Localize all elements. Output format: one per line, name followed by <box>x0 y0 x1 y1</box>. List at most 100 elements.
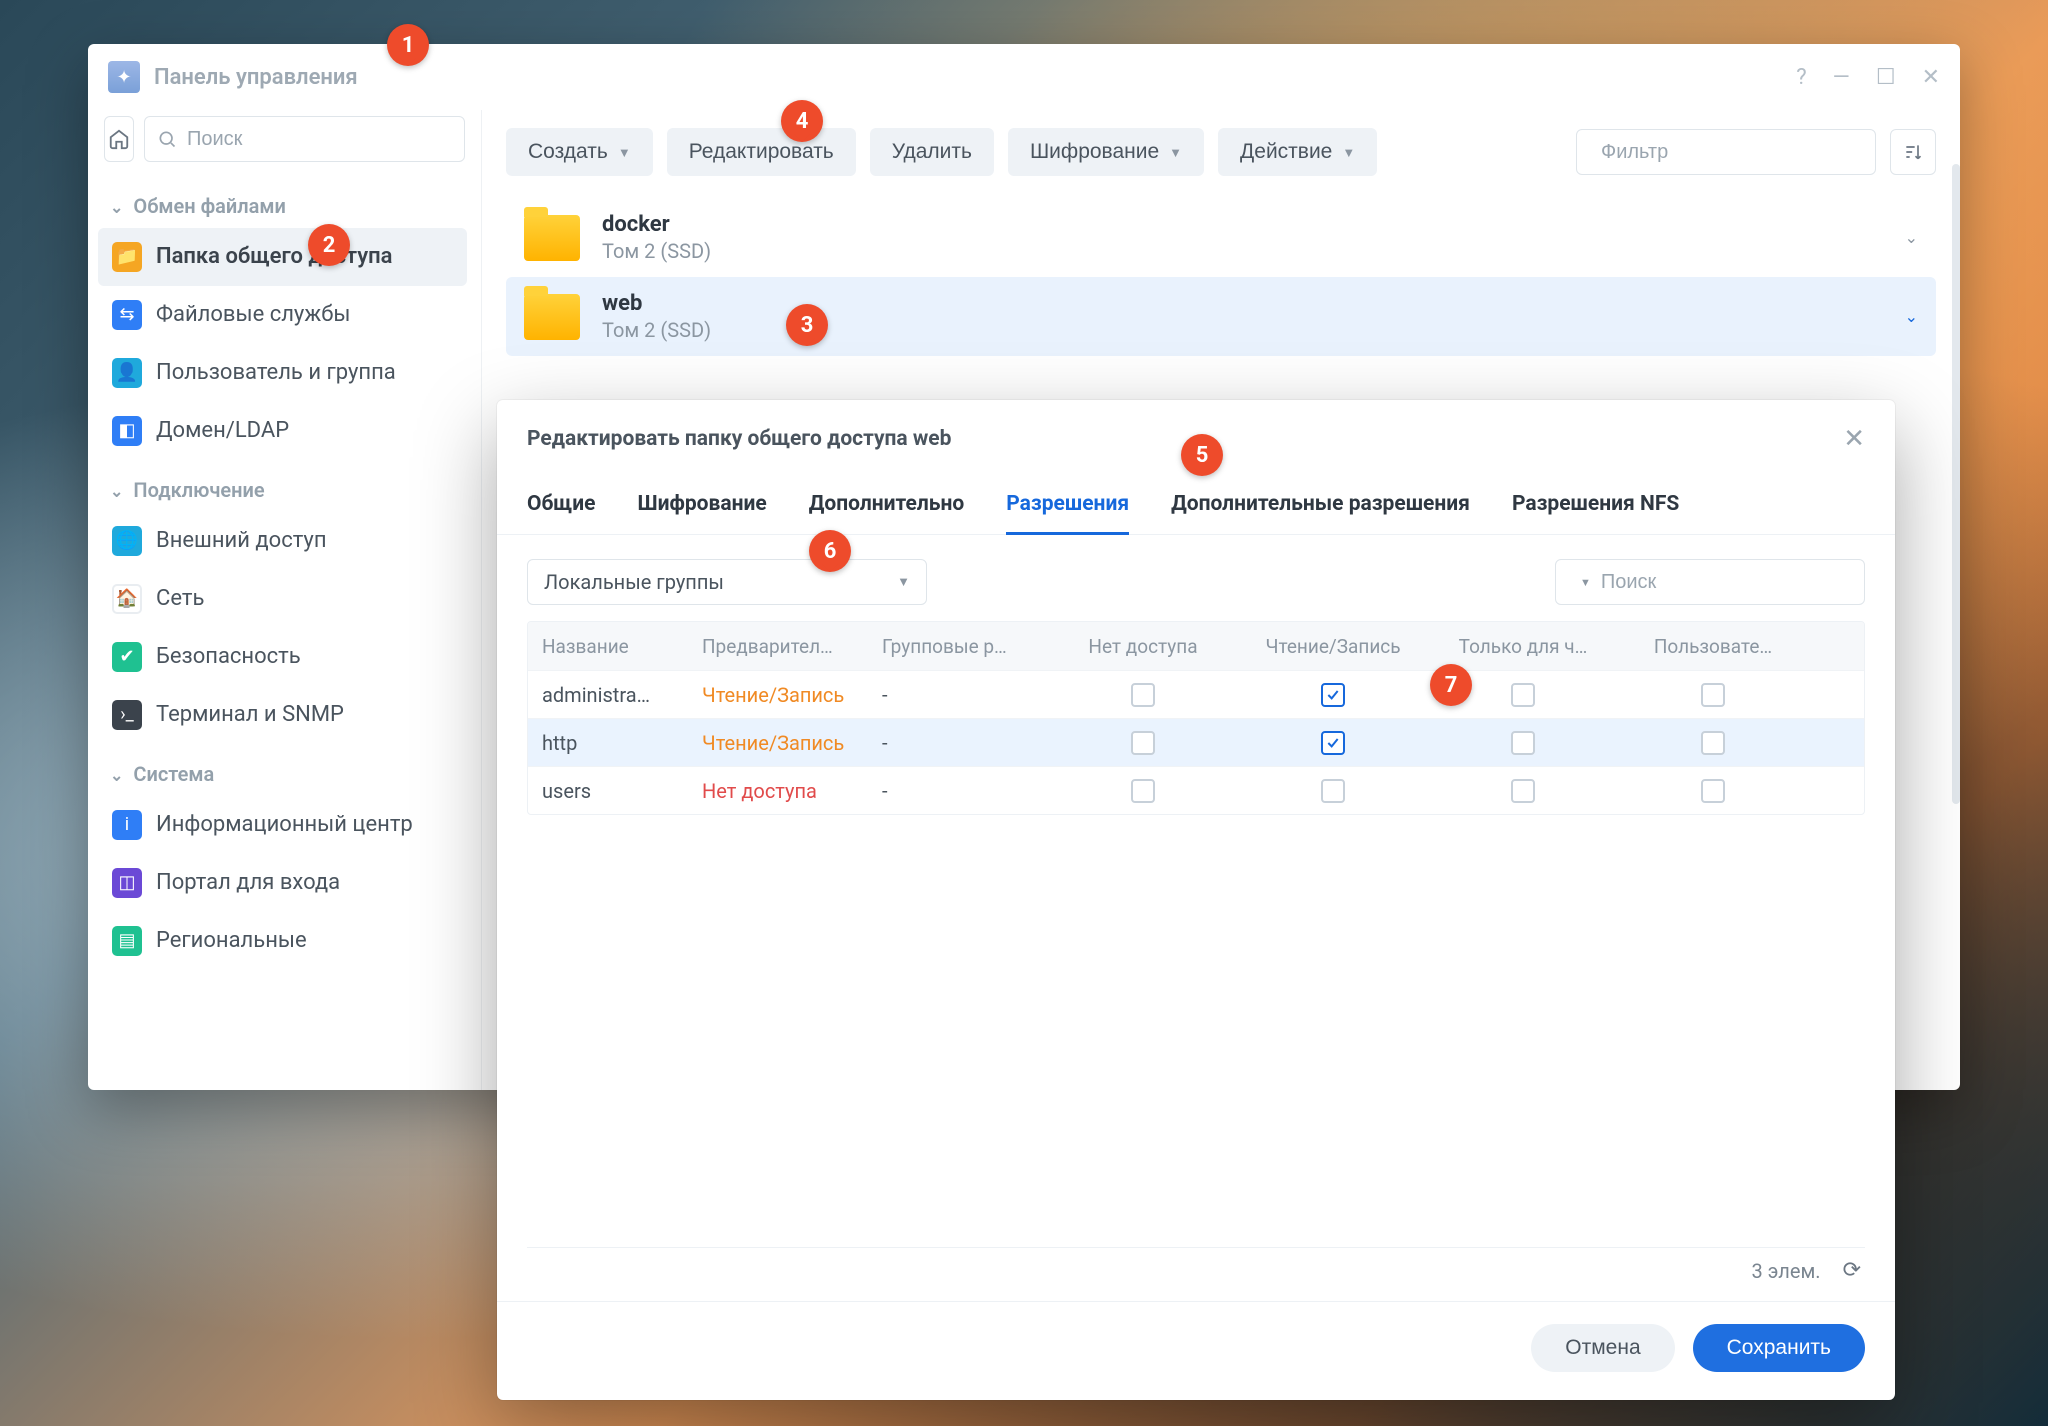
cell-name: users <box>528 779 688 803</box>
group-select[interactable]: Локальные группы ▼ <box>527 559 927 605</box>
sidebar-item-regional[interactable]: ▤ Региональные <box>98 912 467 970</box>
cell-preview: Нет доступа <box>688 779 868 803</box>
folder-icon <box>524 294 580 340</box>
delete-button[interactable]: Удалить <box>870 128 994 176</box>
filter-input[interactable] <box>1601 141 1866 164</box>
col-custom: Пользовате… <box>1618 635 1808 658</box>
caret-down-icon: ▼ <box>1580 576 1591 589</box>
action-button[interactable]: Действие▼ <box>1218 128 1377 176</box>
folder-icon <box>524 215 580 261</box>
edit-button[interactable]: Редактировать <box>667 128 856 176</box>
sidebar-item-network[interactable]: 🏠 Сеть <box>98 570 467 628</box>
chk-no-access[interactable] <box>1131 779 1155 803</box>
chk-ro[interactable] <box>1511 731 1535 755</box>
sidebar-item-info-center[interactable]: i Информационный центр <box>98 796 467 854</box>
col-rw: Чтение/Запись <box>1238 635 1428 658</box>
sidebar-item-file-services[interactable]: ⇆ Файловые службы <box>98 286 467 344</box>
cell-preview: Чтение/Запись <box>688 683 868 707</box>
perm-row-users[interactable]: users Нет доступа - <box>528 766 1864 814</box>
chk-rw[interactable] <box>1321 779 1345 803</box>
caret-down-icon: ▼ <box>1169 145 1182 160</box>
sidebar-item-shared-folder[interactable]: 📁 Папка общего доступа <box>98 228 467 286</box>
folder-subtitle: Том 2 (SSD) <box>602 318 711 342</box>
sidebar-item-portal[interactable]: ◫ Портал для входа <box>98 854 467 912</box>
section-file-sharing[interactable]: ⌃ Обмен файлами <box>98 176 467 228</box>
folder-icon: 📁 <box>112 242 142 272</box>
network-icon: 🏠 <box>112 584 142 614</box>
section-connection[interactable]: ⌃ Подключение <box>98 460 467 512</box>
sidebar-item-label: Папка общего доступа <box>156 243 393 271</box>
caret-down-icon: ▼ <box>897 574 910 590</box>
sidebar-item-label: Терминал и SNMP <box>156 701 344 729</box>
callout-6: 6 <box>809 530 851 572</box>
sidebar-item-user-group[interactable]: 👤 Пользователь и группа <box>98 344 467 402</box>
cell-group-perm: - <box>868 779 1048 803</box>
sidebar-item-label: Файловые службы <box>156 301 350 329</box>
domain-icon: ◧ <box>112 416 142 446</box>
save-button[interactable]: Сохранить <box>1693 1324 1865 1372</box>
home-button[interactable] <box>104 116 134 162</box>
cell-group-perm: - <box>868 683 1048 707</box>
sidebar-item-security[interactable]: ✔ Безопасность <box>98 628 467 686</box>
close-icon[interactable]: ✕ <box>1922 65 1940 90</box>
perm-row-http[interactable]: http Чтение/Запись - <box>528 718 1864 766</box>
sort-button[interactable] <box>1890 129 1936 175</box>
dialog-close-button[interactable]: ✕ <box>1843 424 1865 454</box>
permissions-search[interactable]: ▼ <box>1555 559 1865 605</box>
create-button[interactable]: Создать▼ <box>506 128 653 176</box>
filter-box[interactable] <box>1576 129 1876 175</box>
help-icon[interactable]: ? <box>1796 65 1806 90</box>
sidebar-item-label: Внешний доступ <box>156 527 327 555</box>
chk-ro[interactable] <box>1511 779 1535 803</box>
tab-adv-permissions[interactable]: Дополнительные разрешения <box>1171 482 1470 534</box>
titlebar: ✦ Панель управления ? — ☐ ✕ <box>88 44 1960 110</box>
perm-row-administrators[interactable]: administra… Чтение/Запись - <box>528 670 1864 718</box>
chk-rw[interactable] <box>1321 683 1345 707</box>
encryption-button[interactable]: Шифрование▼ <box>1008 128 1204 176</box>
app-icon: ✦ <box>108 61 140 93</box>
chevron-down-icon[interactable]: ⌄ <box>1905 307 1918 326</box>
permissions-table-head: Название Предварител… Групповые р… Нет д… <box>528 622 1864 670</box>
minimize-icon[interactable]: — <box>1833 65 1850 90</box>
permissions-search-input[interactable] <box>1601 571 1866 594</box>
tab-permissions[interactable]: Разрешения <box>1006 482 1129 534</box>
chk-rw[interactable] <box>1321 731 1345 755</box>
sidebar-item-terminal-snmp[interactable]: ›_ Терминал и SNMP <box>98 686 467 744</box>
col-ro: Только для ч… <box>1428 635 1618 658</box>
folder-row-docker[interactable]: docker Том 2 (SSD) ⌄ <box>506 198 1936 277</box>
callout-1: 1 <box>387 24 429 66</box>
chevron-down-icon[interactable]: ⌄ <box>1905 228 1918 247</box>
tab-general[interactable]: Общие <box>527 482 595 534</box>
chk-no-access[interactable] <box>1131 683 1155 707</box>
terminal-icon: ›_ <box>112 700 142 730</box>
window-title: Панель управления <box>154 65 1782 90</box>
sidebar-search[interactable] <box>144 116 465 162</box>
chk-custom[interactable] <box>1701 779 1725 803</box>
cancel-button[interactable]: Отмена <box>1531 1324 1674 1372</box>
cell-preview: Чтение/Запись <box>688 731 868 755</box>
sidebar-item-label: Региональные <box>156 927 307 955</box>
tab-advanced[interactable]: Дополнительно <box>809 482 965 534</box>
sort-icon <box>1903 142 1923 162</box>
sidebar-item-external-access[interactable]: 🌐 Внешний доступ <box>98 512 467 570</box>
chk-custom[interactable] <box>1701 731 1725 755</box>
sidebar-search-input[interactable] <box>187 128 452 151</box>
callout-7: 7 <box>1430 664 1472 706</box>
chk-ro[interactable] <box>1511 683 1535 707</box>
folder-subtitle: Том 2 (SSD) <box>602 239 711 263</box>
refresh-button[interactable]: ⟳ <box>1843 1258 1861 1283</box>
sidebar-item-domain-ldap[interactable]: ◧ Домен/LDAP <box>98 402 467 460</box>
maximize-icon[interactable]: ☐ <box>1876 65 1896 90</box>
chk-no-access[interactable] <box>1131 731 1155 755</box>
regional-icon: ▤ <box>112 926 142 956</box>
callout-2: 2 <box>308 224 350 266</box>
chk-custom[interactable] <box>1701 683 1725 707</box>
tab-nfs-permissions[interactable]: Разрешения NFS <box>1512 482 1679 534</box>
info-icon: i <box>112 810 142 840</box>
permissions-table: Название Предварител… Групповые р… Нет д… <box>527 621 1865 815</box>
tab-encryption[interactable]: Шифрование <box>637 482 766 534</box>
callout-3: 3 <box>786 304 828 346</box>
section-system[interactable]: ⌃ Система <box>98 744 467 796</box>
chevron-up-icon: ⌃ <box>110 481 123 500</box>
folder-row-web[interactable]: web Том 2 (SSD) ⌄ <box>506 277 1936 356</box>
